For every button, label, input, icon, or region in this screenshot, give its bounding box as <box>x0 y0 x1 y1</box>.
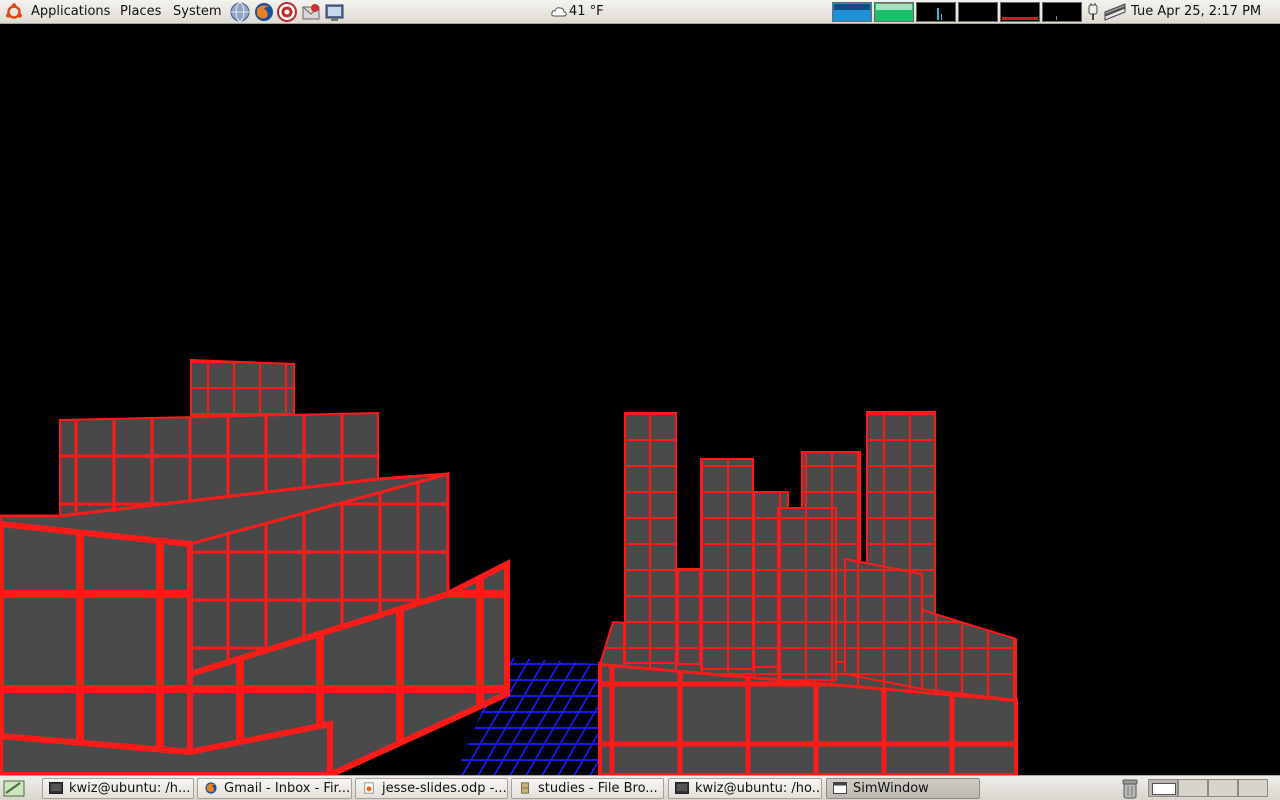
taskbar-item-gmail[interactable]: Gmail - Inbox - Fir... <box>197 778 352 799</box>
disk-monitor[interactable] <box>1042 2 1082 22</box>
power-plug-icon[interactable] <box>1086 2 1100 22</box>
taskbar-item-jesse-slides[interactable]: jesse-slides.odp -... <box>355 778 508 799</box>
evolution-icon[interactable] <box>300 2 322 22</box>
workspace-3[interactable] <box>1208 779 1238 797</box>
taskbar-item-simwindow[interactable]: SimWindow <box>826 778 980 799</box>
taskbar-item-label: kwiz@ubuntu: /ho... <box>695 781 822 796</box>
simwindow-3d-viewport[interactable] <box>0 24 1280 775</box>
firefox-icon[interactable] <box>253 2 275 22</box>
swap-monitor[interactable] <box>958 2 998 22</box>
right-block-cluster <box>598 411 1018 775</box>
network-icon[interactable] <box>229 2 251 22</box>
terminal-icon <box>49 782 63 794</box>
taskbar-item-label: kwiz@ubuntu: /h... <box>69 781 191 796</box>
applications-menu[interactable]: Applications <box>31 3 110 21</box>
bottom-panel: kwiz@ubuntu: /h... Gmail - Inbox - Fir..… <box>0 775 1280 800</box>
memory-monitor[interactable] <box>874 2 914 22</box>
cpu-monitor[interactable] <box>832 2 872 22</box>
window-icon <box>833 782 847 794</box>
load-monitor[interactable] <box>1000 2 1040 22</box>
file-cabinet-icon <box>521 782 529 794</box>
screenshot-icon[interactable] <box>324 2 346 22</box>
firefox-icon <box>205 782 217 794</box>
cloud-icon[interactable] <box>550 4 568 20</box>
workspace-2[interactable] <box>1178 779 1208 797</box>
places-menu[interactable]: Places <box>120 3 161 21</box>
ubuntu-logo-icon[interactable] <box>5 3 23 21</box>
taskbar-item-label: Gmail - Inbox - Fir... <box>224 781 351 796</box>
taskbar-item-file-browser[interactable]: studies - File Bro... <box>511 778 664 799</box>
taskbar-item-label: studies - File Bro... <box>538 781 658 796</box>
help-icon[interactable] <box>276 2 298 22</box>
terminal-icon <box>675 782 689 794</box>
left-block-cluster <box>0 358 510 775</box>
top-panel: Applications Places System 41 °F Tue Apr… <box>0 0 1280 24</box>
trash-icon[interactable] <box>1120 778 1140 799</box>
workspace-4[interactable] <box>1238 779 1268 797</box>
weather-temperature[interactable]: 41 °F <box>569 3 604 21</box>
system-menu[interactable]: System <box>173 3 221 21</box>
taskbar-item-label: SimWindow <box>853 781 929 796</box>
taskbar-item-terminal-1[interactable]: kwiz@ubuntu: /h... <box>42 778 194 799</box>
presentation-icon <box>364 782 374 794</box>
network-monitor[interactable] <box>916 2 956 22</box>
clock[interactable]: Tue Apr 25, 2:17 PM <box>1131 3 1261 21</box>
workspace-1[interactable] <box>1148 779 1178 797</box>
show-desktop-icon[interactable] <box>3 780 25 797</box>
volume-icon[interactable] <box>1103 3 1127 21</box>
taskbar-item-label: jesse-slides.odp -... <box>382 781 507 796</box>
taskbar-item-terminal-2[interactable]: kwiz@ubuntu: /ho... <box>668 778 822 799</box>
